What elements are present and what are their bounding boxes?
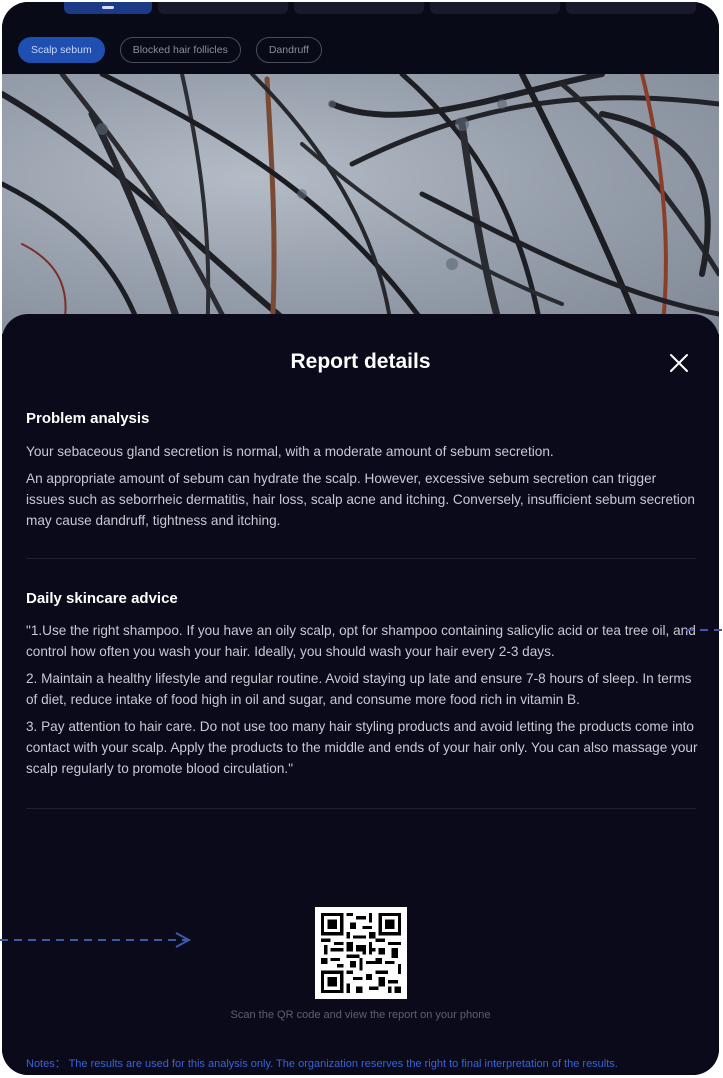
chip-dandruff[interactable]: Dandruff (255, 37, 322, 63)
tab-5[interactable] (566, 2, 696, 14)
skincare-advice-item-1: "1.Use the right shampoo. If you have an… (26, 623, 696, 659)
report-title: Report details (290, 350, 431, 373)
top-bar: Scalp sebum Blocked hair follicles Dandr… (2, 2, 719, 74)
tab-3[interactable] (294, 2, 424, 14)
problem-analysis-heading: Problem analysis (26, 410, 150, 427)
problem-analysis-paragraph-2: An appropriate amount of sebum can hydra… (26, 471, 695, 528)
qr-code-icon (315, 907, 407, 999)
problem-analysis-paragraph-1: Your sebaceous gland secretion is normal… (26, 444, 554, 459)
tab-handle-icon (102, 6, 114, 9)
scalp-hair-illustration (2, 74, 719, 334)
chip-scalp-sebum[interactable]: Scalp sebum (18, 37, 105, 63)
tab-active[interactable] (64, 2, 152, 14)
tab-strip (2, 2, 719, 14)
tab-2[interactable] (158, 2, 288, 14)
divider (26, 808, 696, 809)
skincare-advice-heading: Daily skincare advice (26, 590, 178, 607)
chip-blocked-hair-follicles[interactable]: Blocked hair follicles (119, 37, 241, 63)
dashed-arrow-right-icon (0, 932, 192, 948)
filter-chips: Scalp sebum Blocked hair follicles Dandr… (18, 37, 322, 63)
skincare-advice-item-3: 3. Pay attention to hair care. Do not us… (26, 719, 698, 776)
device-screen: Scalp sebum Blocked hair follicles Dandr… (2, 2, 719, 1075)
report-sheet: Report details Problem analysis Your seb… (2, 314, 719, 1075)
scalp-image (2, 74, 719, 334)
qr-caption: Scan the QR code and view the report on … (230, 1009, 491, 1021)
divider (26, 558, 696, 559)
dashed-line-icon (686, 629, 723, 631)
close-icon[interactable] (668, 352, 690, 374)
tab-4[interactable] (430, 2, 560, 14)
notes-text: Notes： The results are used for this ana… (26, 1058, 618, 1070)
skincare-advice-item-2: 2. Maintain a healthy lifestyle and regu… (26, 671, 692, 707)
